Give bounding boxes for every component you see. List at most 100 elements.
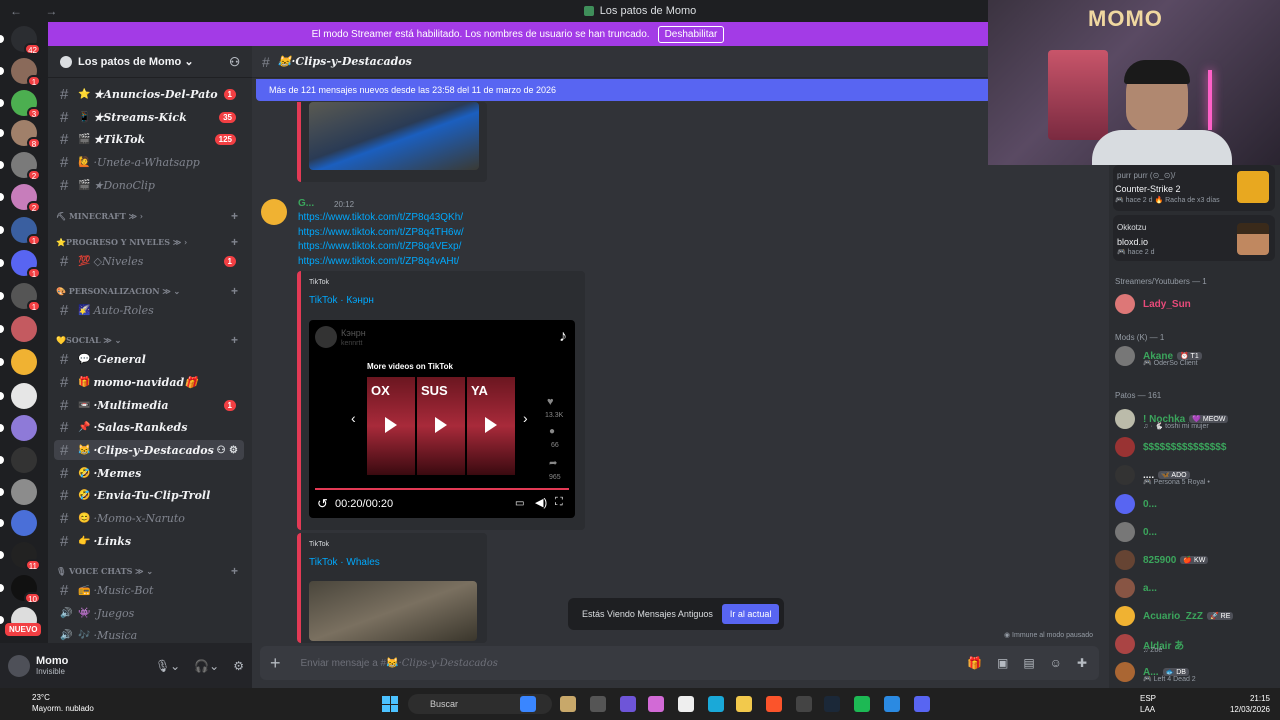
- channel-item[interactable]: # 🎬 ★TikTok 125: [54, 129, 244, 149]
- member-row[interactable]: Lady_Sun: [1115, 293, 1275, 315]
- nav-arrows[interactable]: ← →: [10, 4, 67, 18]
- user-avatar[interactable]: [8, 654, 30, 677]
- channel-item[interactable]: # 🙋 ·Unete-a-Whatsapp: [54, 152, 244, 172]
- weather-widget[interactable]: 23°C Mayorm. nublado: [12, 692, 94, 714]
- add-channel-icon[interactable]: +: [231, 235, 238, 249]
- server-icon[interactable]: [0, 479, 37, 505]
- settings-gear-icon[interactable]: ⚙: [233, 659, 244, 673]
- channel-item[interactable]: # 😹 ·Clips-y-Destacados ⚇ ⚙: [54, 440, 244, 460]
- server-icon[interactable]: [0, 415, 37, 441]
- server-icon[interactable]: [0, 349, 37, 375]
- apps-icon[interactable]: ✚: [1077, 656, 1087, 670]
- server-icon[interactable]: 42: [0, 26, 41, 55]
- composer-placeholder[interactable]: Enviar mensaje a #😹·Clips-y-Destacados: [301, 658, 498, 669]
- taskbar-app-icon[interactable]: [648, 696, 664, 712]
- channel-item[interactable]: # 💯 ◇Niveles 1: [54, 251, 244, 271]
- fullscreen-icon[interactable]: ⛶: [555, 496, 563, 509]
- server-icon[interactable]: 1: [0, 250, 41, 279]
- member-row[interactable]: Akane ⏰ T1 🎮 OderSo Client: [1115, 345, 1275, 367]
- add-channel-icon[interactable]: +: [231, 284, 238, 298]
- channel-category[interactable]: ⭐PROGRESO Y NIVELES ≫ › +: [56, 235, 244, 249]
- channel-item[interactable]: # 📼 ·Multimedia 1: [54, 395, 244, 415]
- video-tile[interactable]: YA: [467, 377, 515, 475]
- message-link[interactable]: https://www.tiktok.com/t/ZP8q4VExp/: [298, 241, 461, 252]
- sticker-icon[interactable]: ▤: [1023, 656, 1034, 670]
- channel-item[interactable]: # 💬 ·General: [54, 349, 244, 369]
- add-channel-icon[interactable]: +: [231, 209, 238, 223]
- add-channel-icon[interactable]: +: [231, 564, 238, 578]
- gif-icon[interactable]: ▣: [997, 656, 1008, 670]
- windows-start-icon[interactable]: [382, 696, 398, 712]
- channel-category[interactable]: 🎨 PERSONALIZACION ≫ ⌄ +: [56, 284, 244, 298]
- server-icon[interactable]: 2: [0, 184, 41, 213]
- tiktok-video-player[interactable]: Кэнрн kennrtt ♪ More videos on TikTok ‹ …: [309, 320, 575, 518]
- taskbar-app-icon[interactable]: [678, 696, 694, 712]
- taskbar-app-icon[interactable]: [620, 696, 636, 712]
- embed-title[interactable]: TikTok · Кэнрн: [309, 295, 374, 306]
- taskbar-app-icon[interactable]: [560, 696, 576, 712]
- server-icon[interactable]: 1: [0, 58, 41, 87]
- message-author[interactable]: G...: [298, 198, 314, 209]
- server-icon[interactable]: 8: [0, 120, 41, 149]
- channel-item[interactable]: # 🌠 Auto-Roles: [54, 300, 244, 320]
- message-link[interactable]: https://www.tiktok.com/t/ZP8q4vAHt/: [298, 256, 459, 267]
- server-icon[interactable]: [0, 447, 37, 473]
- server-icon[interactable]: [0, 383, 37, 409]
- invite-icon[interactable]: ⚇: [229, 55, 240, 69]
- channel-category[interactable]: ⛏ MINECRAFT ≫ › +: [56, 209, 244, 223]
- headphones-icon[interactable]: 🎧⌄: [194, 659, 219, 673]
- taskbar-app-icon[interactable]: [590, 696, 606, 712]
- author-avatar[interactable]: [261, 199, 287, 225]
- server-icon[interactable]: [0, 510, 37, 536]
- server-icon[interactable]: 2: [0, 152, 41, 181]
- channel-item[interactable]: # 📌 ·Salas-Rankeds: [54, 417, 244, 437]
- server-icon[interactable]: [0, 316, 37, 342]
- captions-icon[interactable]: ▭: [515, 498, 524, 509]
- message-link[interactable]: https://www.tiktok.com/t/ZP8q4TH6w/: [298, 227, 464, 238]
- channel-item[interactable]: # 📻 ·Music-Bot: [54, 580, 244, 600]
- channel-item[interactable]: # 🤣 ·Memes: [54, 463, 244, 483]
- channel-category[interactable]: 💛SOCIAL ≫ ⌄ +: [56, 333, 244, 347]
- channel-item[interactable]: # ⭐ ★Anuncios-Del-Pato 1: [54, 84, 244, 104]
- member-row[interactable]: A... 🐟 DB 🎮 Left 4 Dead 2: [1115, 661, 1275, 683]
- clock[interactable]: 21:15 12/03/2026: [1230, 693, 1270, 715]
- member-row[interactable]: ! Nochka 💜 MEOW ♫ · 🐇 toshi mi mujer: [1115, 408, 1275, 430]
- attach-plus-icon[interactable]: +: [270, 653, 281, 674]
- channel-item[interactable]: # 📱 ★Streams-Kick 35: [54, 107, 244, 127]
- member-row[interactable]: .... 🦋 ADO 🎮 Persona 5 Royal •: [1115, 464, 1275, 486]
- member-row[interactable]: $$$$$$$$$$$$$$$: [1115, 436, 1275, 458]
- taskbar-app-icon[interactable]: [824, 696, 840, 712]
- member-row[interactable]: 825900 🍎 KW: [1115, 549, 1275, 571]
- taskbar-app-icon[interactable]: [708, 696, 724, 712]
- replay-icon[interactable]: ↺: [317, 496, 328, 512]
- message-composer[interactable]: + Enviar mensaje a #😹·Clips-y-Destacados…: [260, 646, 1099, 680]
- member-row[interactable]: 0...: [1115, 521, 1275, 543]
- channel-settings-icon[interactable]: ⚇ ⚙: [217, 445, 238, 456]
- embed-title[interactable]: TikTok · Whales: [309, 557, 380, 568]
- server-icon[interactable]: 1: [0, 283, 41, 312]
- activity-card[interactable]: Okkotzu bloxd.io 🎮 hace 2 d: [1113, 215, 1275, 261]
- jump-to-present-button[interactable]: Ir al actual: [721, 604, 780, 624]
- channel-item[interactable]: # 😊 ·Momo-x-Naruto: [54, 508, 244, 528]
- channel-item[interactable]: 🔊 👾 ·Juegos: [54, 603, 244, 623]
- server-icon[interactable]: 10: [0, 575, 41, 604]
- channel-category[interactable]: 🎙 VOICE CHATS ≫ ⌄ +: [56, 564, 244, 578]
- activity-card[interactable]: purr purr (⊙_⊙)/ Counter-Strike 2 🎮 hace…: [1113, 165, 1275, 211]
- channel-item[interactable]: # 🤣 ·Envia-Tu-Clip-Troll: [54, 485, 244, 505]
- video-tile[interactable]: SUS: [417, 377, 465, 475]
- taskbar-app-icon[interactable]: [796, 696, 812, 712]
- video-progress-bar[interactable]: [315, 488, 569, 490]
- embed-thumbnail[interactable]: [309, 581, 477, 641]
- next-video-icon[interactable]: ›: [523, 410, 528, 426]
- video-tile[interactable]: OX: [367, 377, 415, 475]
- taskbar-app-icon[interactable]: [884, 696, 900, 712]
- taskbar-app-icon[interactable]: [854, 696, 870, 712]
- previous-embed-image[interactable]: [309, 102, 479, 170]
- server-icon[interactable]: 1: [0, 217, 41, 246]
- server-icon[interactable]: 3: [0, 90, 41, 119]
- server-icon[interactable]: 11: [0, 542, 41, 571]
- emoji-icon[interactable]: ☺: [1050, 656, 1062, 670]
- taskbar-app-icon[interactable]: [914, 696, 930, 712]
- language-indicator[interactable]: ESP LAA: [1140, 693, 1156, 715]
- channel-item[interactable]: 🔊 🎶 ·Musica: [54, 625, 244, 643]
